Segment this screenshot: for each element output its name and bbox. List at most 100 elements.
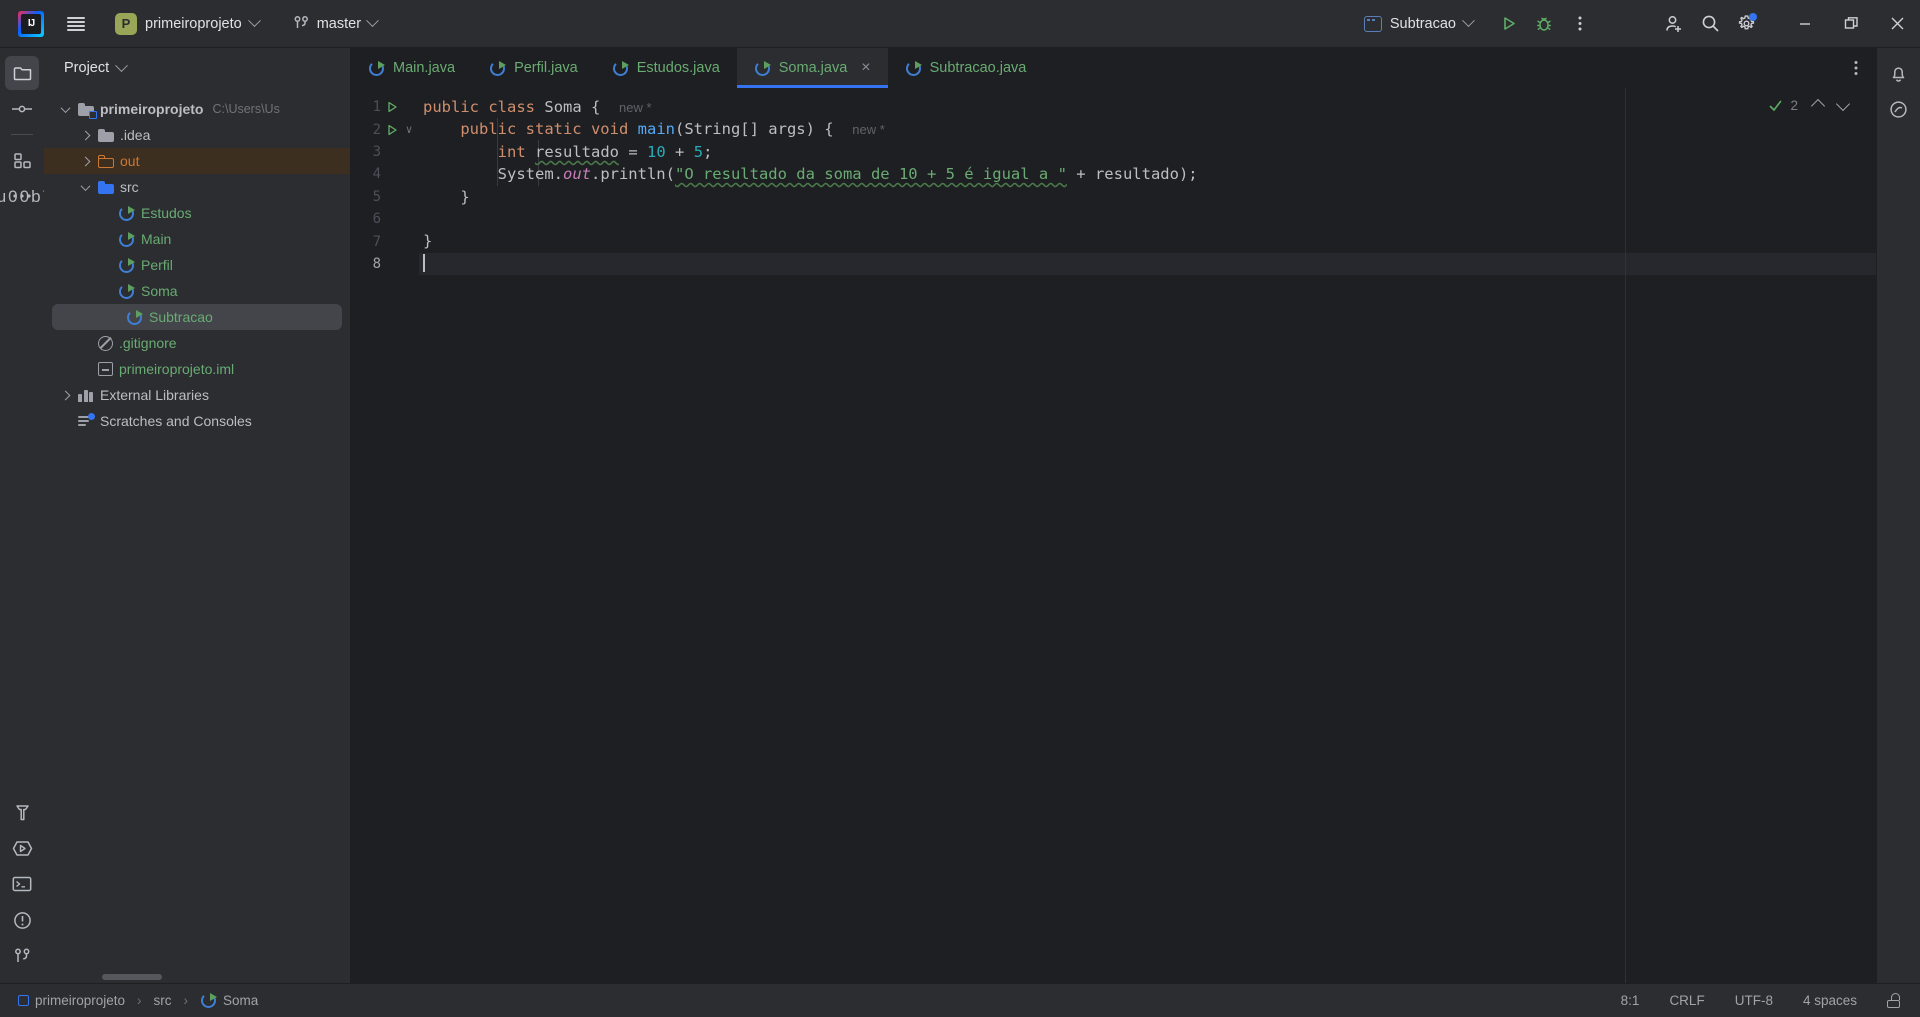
chevron-down-icon[interactable]: [1835, 96, 1851, 111]
sidebar-item-project[interactable]: [5, 56, 39, 90]
maximize-window-button[interactable]: [1828, 0, 1874, 48]
java-class-icon: [118, 283, 135, 300]
project-view-selector[interactable]: Project: [58, 57, 132, 79]
tree-item-out[interactable]: out: [44, 148, 350, 174]
project-panel-header: Project: [44, 48, 350, 88]
settings-button[interactable]: [1728, 7, 1764, 41]
tree-twisty-open[interactable]: [76, 180, 94, 191]
breadcrumb-label: Soma: [223, 993, 259, 1008]
project-panel-title: Project: [64, 60, 110, 76]
tree-item-subtracao[interactable]: Subtracao: [52, 304, 342, 330]
terminal-icon: [12, 876, 32, 892]
folder-icon: [13, 66, 31, 80]
java-class-icon: [118, 257, 135, 274]
code-line-3: int resultado = 10 + 5;: [419, 141, 1876, 163]
tab-soma-java[interactable]: Soma.java ×: [736, 48, 888, 88]
breadcrumb-item-soma[interactable]: Soma: [196, 990, 262, 1011]
tree-item-src[interactable]: src: [44, 174, 350, 200]
line-separator[interactable]: CRLF: [1664, 991, 1709, 1010]
tab-close-icon[interactable]: ×: [861, 60, 870, 76]
tab-subtracao-java[interactable]: Subtracao.java: [888, 48, 1044, 88]
sidebar-item-structure[interactable]: [5, 143, 39, 177]
tree-twisty-open[interactable]: [56, 102, 74, 113]
tree-twisty-closed[interactable]: [76, 156, 94, 166]
code-line-4: System.out.println("O resultado da soma …: [419, 163, 1876, 185]
tab-main-java[interactable]: Main.java: [351, 48, 472, 88]
sidebar-item-ai-assistant[interactable]: [1882, 92, 1916, 126]
tree-item-perfil[interactable]: Perfil: [44, 252, 350, 278]
tree-item-gitignore[interactable]: .gitignore: [44, 330, 350, 356]
chevron-up-icon[interactable]: [1810, 98, 1826, 113]
tree-twisty-closed[interactable]: [56, 390, 74, 400]
breadcrumb-item-src[interactable]: src: [150, 991, 176, 1010]
tree-item-external-libraries[interactable]: External Libraries: [44, 382, 350, 408]
run-button[interactable]: [1490, 7, 1526, 41]
tree-item-primeiroprojeto-iml[interactable]: primeiroprojeto.iml: [44, 356, 350, 382]
tab-perfil-java[interactable]: Perfil.java: [472, 48, 595, 88]
inspections-widget[interactable]: 2: [1769, 96, 1851, 113]
run-gutter-icon[interactable]: [385, 101, 399, 113]
fold-toggle[interactable]: ∨: [403, 123, 415, 136]
search-everywhere-button[interactable]: [1692, 7, 1728, 41]
tree-twisty-closed[interactable]: [76, 130, 94, 140]
sidebar-item-build[interactable]: [5, 795, 39, 829]
debug-button[interactable]: [1526, 7, 1562, 41]
intellij-window: P primeiroprojeto master Subtracao: [0, 0, 1920, 1017]
token-keyword: public: [423, 98, 479, 116]
sidebar-item-run[interactable]: [5, 831, 39, 865]
chevron-down-icon: [366, 14, 379, 28]
more-actions-button[interactable]: [1562, 7, 1598, 41]
sidebar-item-notifications[interactable]: [1882, 56, 1916, 90]
file-encoding[interactable]: UTF-8: [1730, 991, 1778, 1010]
gutter-line-1: 1: [351, 96, 419, 118]
code-editor[interactable]: 1 2 ∨ 3 4 5 6 7 8 public class Soma { new * publ…: [351, 88, 1876, 983]
run-configuration-selector[interactable]: Subtracao: [1355, 11, 1482, 37]
status-bar: primeiroprojeto › src › Soma 8:1 CRLF UTF-8 …: [0, 983, 1920, 1017]
sidebar-item-terminal[interactable]: [5, 867, 39, 901]
project-selector[interactable]: P primeiroprojeto: [106, 8, 268, 40]
tree-item-label: Soma: [141, 283, 178, 299]
vertical-dots-icon: [1854, 61, 1858, 75]
sidebar-item-problems[interactable]: [5, 903, 39, 937]
sidebar-item-commit[interactable]: [5, 92, 39, 126]
close-window-button[interactable]: [1874, 0, 1920, 48]
breadcrumb-item-primeiroprojeto[interactable]: primeiroprojeto: [14, 991, 129, 1010]
tree-item-primeiroprojeto[interactable]: primeiroprojeto C:\Users\Us: [44, 96, 350, 122]
indent-setting[interactable]: 4 spaces: [1798, 991, 1862, 1010]
tree-item-main[interactable]: Main: [44, 226, 350, 252]
project-tool-window: Project primeiroprojeto C:\Users\Us .idea o…: [44, 48, 351, 983]
module-icon: [18, 995, 29, 1006]
add-user-icon: [1666, 15, 1681, 32]
line-number: 4: [372, 166, 381, 183]
editor-gutter[interactable]: 1 2 ∨ 3 4 5 6 7 8: [351, 88, 419, 983]
tree-item-label: src: [120, 179, 139, 195]
folder-icon: [98, 128, 114, 142]
minimize-window-button[interactable]: [1782, 0, 1828, 48]
horizontal-scrollbar[interactable]: [102, 974, 162, 980]
gitignore-icon: [98, 335, 113, 351]
tab-estudos-java[interactable]: Estudos.java: [595, 48, 737, 88]
read-only-toggle[interactable]: [1882, 991, 1906, 1010]
branch-selector[interactable]: master: [284, 10, 386, 37]
code-line-1: public class Soma { new *: [419, 96, 1876, 118]
tree-item-label: Subtracao: [149, 309, 213, 325]
tree-item-estudos[interactable]: Estudos: [44, 200, 350, 226]
account-button[interactable]: [1656, 7, 1692, 41]
sidebar-item-more-tool-windows[interactable]: \u00b7: [0, 179, 52, 213]
tree-item-idea[interactable]: .idea: [44, 122, 350, 148]
tree-item-scratches-and-consoles[interactable]: Scratches and Consoles: [44, 408, 350, 434]
sidebar-item-version-control[interactable]: [5, 939, 39, 973]
code-content[interactable]: public class Soma { new * public static …: [419, 88, 1876, 983]
tree-item-soma[interactable]: Soma: [44, 278, 350, 304]
run-gutter-icon[interactable]: [385, 124, 399, 136]
token-semicolon: ;: [703, 142, 713, 161]
left-tool-rail: \u00b7: [0, 48, 52, 983]
token-keyword: class: [488, 98, 536, 116]
editor-tabs-more-button[interactable]: [1836, 48, 1876, 88]
caret-position[interactable]: 8:1: [1616, 991, 1645, 1010]
main-menu-button[interactable]: [58, 7, 94, 41]
editor-area: Main.java Perfil.java Estudos.java Soma.jav…: [351, 48, 1876, 983]
java-class-icon: [489, 60, 507, 77]
line-number: 3: [372, 143, 381, 160]
